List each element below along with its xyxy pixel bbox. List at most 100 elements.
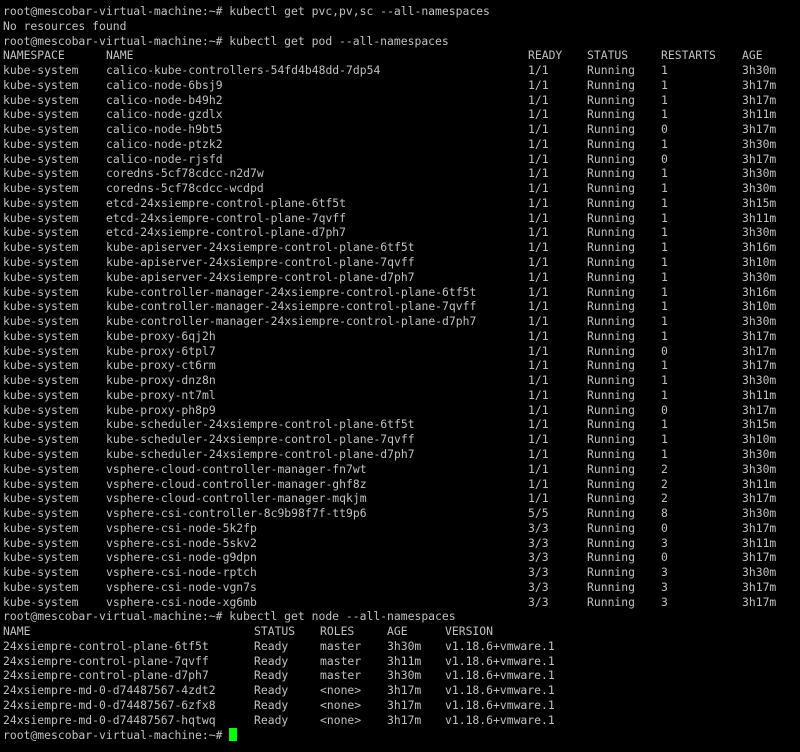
pod-name: kube-proxy-6qj2h: [106, 328, 216, 343]
pod-age: 3h17m: [742, 328, 777, 343]
pod-restarts: 1: [661, 387, 668, 402]
pod-namespace: kube-system: [3, 417, 79, 432]
pod-ready: 1/1: [528, 195, 549, 210]
pod-namespace: kube-system: [3, 387, 79, 402]
table-row: kube-system kube-proxy-ph8p9 1/1 Running 0 3h…: [3, 403, 800, 418]
node-name: 24xsiempre-control-plane-d7ph7: [3, 668, 209, 683]
pod-restarts: 1: [661, 417, 668, 432]
pod-restarts: 1: [661, 240, 668, 255]
table-row: kube-system calico-node-ptzk2 1/1 Running 1 3…: [3, 137, 800, 152]
pod-status: Running: [587, 594, 636, 609]
node-table: 24xsiempre-control-plane-6tf5t Ready maste…: [3, 639, 800, 728]
pod-namespace: kube-system: [3, 63, 79, 78]
header-age: AGE: [742, 48, 763, 63]
node-roles: <none>: [320, 697, 362, 712]
pod-status: Running: [587, 314, 636, 329]
pod-name: vsphere-csi-node-vgn7s: [106, 579, 257, 594]
pod-namespace: kube-system: [3, 373, 79, 388]
pod-status: Running: [587, 506, 636, 521]
pod-namespace: kube-system: [3, 358, 79, 373]
prompt-line[interactable]: root@mescobar-virtual-machine:~#: [3, 727, 800, 743]
pod-age: 3h17m: [742, 77, 777, 92]
pod-status: Running: [587, 92, 636, 107]
header-restarts: RESTARTS: [661, 48, 716, 63]
pod-name: kube-apiserver-24xsiempre-control-plane-…: [106, 269, 415, 284]
pod-restarts: 1: [661, 166, 668, 181]
pod-name: calico-node-gzdlx: [106, 107, 223, 122]
pod-namespace: kube-system: [3, 225, 79, 240]
header-node-name: NAME: [3, 624, 31, 639]
pod-name: calico-node-b49h2: [106, 92, 223, 107]
pod-namespace: kube-system: [3, 491, 79, 506]
pod-namespace: kube-system: [3, 446, 79, 461]
pod-namespace: kube-system: [3, 284, 79, 299]
pod-restarts: 0: [661, 550, 668, 565]
pod-name: vsphere-csi-node-5skv2: [106, 535, 257, 550]
pod-ready: 1/1: [528, 373, 549, 388]
pod-age: 3h30m: [742, 373, 777, 388]
pod-restarts: 1: [661, 107, 668, 122]
pod-restarts: 1: [661, 373, 668, 388]
pod-restarts: 1: [661, 63, 668, 78]
command-line-node: root@mescobar-virtual-machine:~# kubectl…: [3, 609, 456, 624]
pod-status: Running: [587, 166, 636, 181]
node-roles: master: [320, 638, 362, 653]
pod-age: 3h17m: [742, 92, 777, 107]
pod-status: Running: [587, 210, 636, 225]
pod-name: kube-proxy-6tpl7: [106, 343, 216, 358]
pod-age: 3h30m: [742, 136, 777, 151]
pod-status: Running: [587, 195, 636, 210]
header-node-status: STATUS: [254, 624, 296, 639]
pod-name: vsphere-cloud-controller-manager-fn7wt: [106, 461, 367, 476]
pod-name: vsphere-csi-node-xg6mb: [106, 594, 257, 609]
pod-age: 3h17m: [742, 343, 777, 358]
header-name: NAME: [106, 48, 134, 63]
pod-ready: 1/1: [528, 210, 549, 225]
node-version: v1.18.6+vmware.1: [445, 683, 555, 698]
pod-age: 3h17m: [742, 491, 777, 506]
pod-restarts: 1: [661, 284, 668, 299]
node-version: v1.18.6+vmware.1: [445, 653, 555, 668]
pod-restarts: 3: [661, 535, 668, 550]
node-age: 3h30m: [387, 638, 422, 653]
pod-restarts: 1: [661, 225, 668, 240]
pod-ready: 1/1: [528, 343, 549, 358]
text-cursor[interactable]: [229, 727, 238, 741]
node-status: Ready: [254, 712, 289, 727]
pod-age: 3h30m: [742, 506, 777, 521]
pod-age: 3h30m: [742, 314, 777, 329]
pod-status: Running: [587, 63, 636, 78]
table-row: kube-system calico-node-rjsfd 1/1 Running 0 3…: [3, 152, 800, 167]
node-status: Ready: [254, 653, 289, 668]
header-status: STATUS: [587, 48, 629, 63]
pod-restarts: 1: [661, 77, 668, 92]
table-row: kube-system coredns-5cf78cdcc-wcdpd 1/1 Run…: [3, 181, 800, 196]
pod-age: 3h15m: [742, 195, 777, 210]
table-row: kube-system calico-node-b49h2 1/1 Running 1 3…: [3, 93, 800, 108]
pod-name: vsphere-csi-node-g9dpn: [106, 550, 257, 565]
pod-restarts: 1: [661, 195, 668, 210]
pod-namespace: kube-system: [3, 122, 79, 137]
pod-status: Running: [587, 520, 636, 535]
pod-namespace: kube-system: [3, 314, 79, 329]
pod-age: 3h30m: [742, 269, 777, 284]
table-row: kube-system etcd-24xsiempre-control-plane…: [3, 211, 800, 226]
node-age: 3h30m: [387, 668, 422, 683]
pod-status: Running: [587, 358, 636, 373]
pod-age: 3h30m: [742, 181, 777, 196]
pod-ready: 1/1: [528, 358, 549, 373]
pod-name: etcd-24xsiempre-control-plane-d7ph7: [106, 225, 347, 240]
pod-name: coredns-5cf78cdcc-wcdpd: [106, 181, 264, 196]
terminal-window[interactable]: root@mescobar-virtual-machine:~# kubectl…: [0, 0, 800, 752]
node-status: Ready: [254, 697, 289, 712]
table-row: kube-system kube-scheduler-24xsiempre-con…: [3, 432, 800, 447]
pod-name: calico-node-ptzk2: [106, 136, 223, 151]
pod-namespace: kube-system: [3, 328, 79, 343]
pod-restarts: 2: [661, 461, 668, 476]
table-row: kube-system calico-kube-controllers-54fd4…: [3, 63, 800, 78]
pod-name: vsphere-cloud-controller-manager-mqkjm: [106, 491, 367, 506]
pod-age: 3h17m: [742, 594, 777, 609]
pod-status: Running: [587, 550, 636, 565]
table-row: 24xsiempre-control-plane-7qvff Ready maste…: [3, 654, 800, 669]
node-name: 24xsiempre-control-plane-6tf5t: [3, 638, 209, 653]
